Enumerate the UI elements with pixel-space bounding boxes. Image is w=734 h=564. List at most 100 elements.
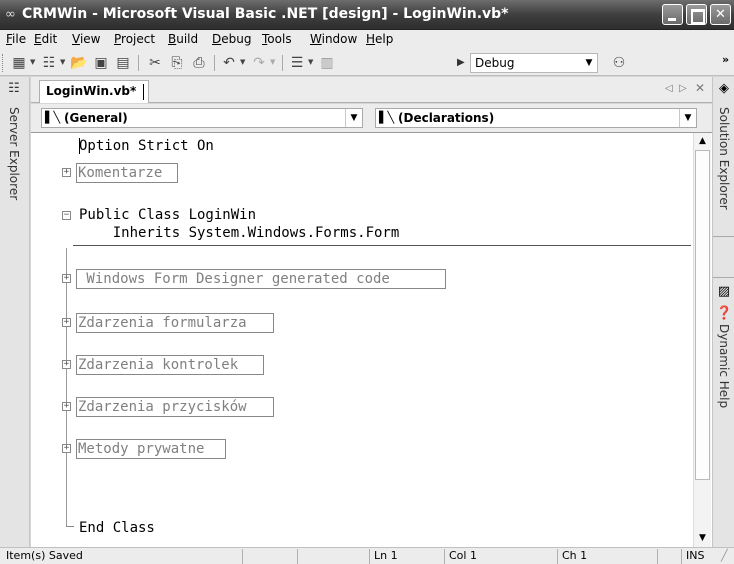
- undo-icon[interactable]: ↶: [220, 54, 238, 72]
- navigate-backward-icon[interactable]: ☰: [288, 54, 306, 72]
- save-icon[interactable]: ▣: [92, 54, 110, 72]
- method-combo-value: (Declarations): [398, 111, 495, 125]
- scrollbar-thumb[interactable]: [695, 150, 710, 480]
- region-komentarze[interactable]: Komentarze: [78, 164, 162, 182]
- class-icon: ▌╲: [45, 111, 61, 124]
- new-project-icon[interactable]: ▦: [10, 54, 28, 72]
- menu-help[interactable]: Help: [366, 32, 393, 46]
- redo-icon[interactable]: ↷: [250, 54, 268, 72]
- redo-dropdown-icon[interactable]: ▼: [270, 58, 275, 66]
- minimize-button[interactable]: [662, 4, 683, 25]
- code-line-option: Option Strict On: [79, 138, 214, 154]
- region-zdarzenia-formularza[interactable]: Zdarzenia formularza: [78, 314, 247, 332]
- class-combo-value: (General): [64, 111, 128, 125]
- code-editor[interactable]: Option Strict On + Komentarze − Public C…: [31, 132, 712, 547]
- tab-scroll-left-icon[interactable]: ◁: [665, 83, 673, 94]
- expand-icon[interactable]: +: [62, 360, 71, 369]
- procedure-separator: [73, 245, 691, 246]
- scroll-down-icon[interactable]: ▼: [694, 530, 711, 547]
- server-explorer-tab[interactable]: Server Explorer: [7, 107, 21, 200]
- outline-line: [66, 510, 67, 526]
- configuration-value: Debug: [475, 56, 515, 70]
- open-file-icon[interactable]: 📂: [70, 54, 88, 72]
- properties-icon[interactable]: ▨: [716, 284, 732, 300]
- left-dock-strip: ☷ Server Explorer: [0, 77, 30, 547]
- resize-grip-icon[interactable]: ╱: [717, 549, 734, 564]
- code-line-class: Public Class LoginWin: [79, 207, 257, 223]
- solution-configuration-combo[interactable]: ▶ Debug ▼: [457, 53, 598, 73]
- server-explorer-icon[interactable]: ☷: [5, 81, 23, 99]
- dynamic-help-tab[interactable]: ▨ ❓ Dynamic Help: [713, 277, 734, 437]
- toolbar-separator: [214, 55, 215, 71]
- outline-line: [66, 248, 67, 510]
- toolbar-overflow-button[interactable]: »: [722, 53, 729, 66]
- solution-explorer-label: Solution Explorer: [717, 107, 731, 210]
- expand-icon[interactable]: +: [62, 168, 71, 177]
- save-all-icon[interactable]: ▤: [114, 54, 132, 72]
- menu-file[interactable]: File: [6, 32, 26, 46]
- solution-explorer-icon: ◈: [719, 81, 729, 96]
- paste-icon[interactable]: ⎙: [190, 54, 208, 72]
- dynamic-help-label: Dynamic Help: [717, 324, 731, 409]
- cut-icon[interactable]: ✂: [146, 54, 164, 72]
- document-tab-row: LoginWin.vb* ◁ ▷ ✕: [31, 77, 712, 103]
- chevron-down-icon[interactable]: ▼: [581, 54, 597, 72]
- status-panel: [657, 549, 681, 564]
- menu-tools[interactable]: Tools: [262, 32, 292, 46]
- toolbar-grip[interactable]: [2, 54, 5, 72]
- title-bar: ∞ CRMWin - Microsoft Visual Basic .NET […: [0, 0, 734, 30]
- menu-edit[interactable]: Edit: [34, 32, 57, 46]
- tab-divider: [143, 84, 144, 100]
- method-icon: ▌╲: [379, 111, 395, 124]
- copy-icon[interactable]: ⎘: [168, 54, 186, 72]
- vs-app-icon[interactable]: ∞: [5, 8, 21, 22]
- navigate-dropdown-icon[interactable]: ▼: [308, 58, 313, 66]
- solution-explorer-tab[interactable]: ◈ Solution Explorer: [713, 77, 734, 237]
- class-name-combo[interactable]: ▌╲ (General) ▼: [41, 108, 363, 128]
- region-zdarzenia-przyciskow[interactable]: Zdarzenia przycisków: [78, 398, 247, 416]
- tab-loginwin[interactable]: LoginWin.vb*: [39, 80, 149, 103]
- navigation-bar: ▌╲ (General) ▼ ▌╲ (Declarations) ▼: [31, 104, 712, 132]
- new-project-dropdown-icon[interactable]: ▼: [30, 58, 35, 66]
- menu-debug[interactable]: Debug: [212, 32, 251, 46]
- close-document-icon[interactable]: ✕: [695, 81, 705, 95]
- region-designer[interactable]: Windows Form Designer generated code: [78, 270, 398, 288]
- right-dock-strip: ◈ Solution Explorer ▨ ❓ Dynamic Help: [712, 77, 734, 547]
- code-line-inherits: Inherits System.Windows.Forms.Form: [79, 225, 400, 241]
- vertical-scrollbar[interactable]: ▲ ▼: [693, 133, 711, 547]
- menu-view[interactable]: View: [72, 32, 100, 46]
- standard-toolbar: ▦ ▼ ☷ ▼ 📂 ▣ ▤ ✂ ⎘ ⎙ ↶ ▼ ↷ ▼ ☰ ▼ ▥ ▶ Debu…: [0, 50, 734, 76]
- maximize-button[interactable]: [686, 4, 707, 25]
- add-item-icon[interactable]: ☷: [40, 54, 58, 72]
- close-button[interactable]: ✕: [710, 4, 731, 25]
- menu-build[interactable]: Build: [168, 32, 198, 46]
- start-icon[interactable]: ▶: [457, 57, 465, 68]
- toolbar-separator: [282, 55, 283, 71]
- navigate-forward-icon[interactable]: ▥: [318, 54, 336, 72]
- undo-dropdown-icon[interactable]: ▼: [240, 58, 245, 66]
- expand-icon[interactable]: +: [62, 402, 71, 411]
- document-area: LoginWin.vb* ◁ ▷ ✕ ▌╲ (General) ▼ ▌╲ (De…: [31, 77, 712, 547]
- method-name-combo[interactable]: ▌╲ (Declarations) ▼: [375, 108, 697, 128]
- status-line: Ln 1: [369, 549, 444, 564]
- expand-icon[interactable]: +: [62, 444, 71, 453]
- region-zdarzenia-kontrolek[interactable]: Zdarzenia kontrolek: [78, 356, 238, 374]
- tab-scroll-right-icon[interactable]: ▷: [679, 83, 687, 94]
- status-panel: [242, 549, 297, 564]
- chevron-down-icon[interactable]: ▼: [679, 109, 696, 127]
- chevron-down-icon[interactable]: ▼: [345, 109, 362, 127]
- expand-icon[interactable]: +: [62, 274, 71, 283]
- collapse-icon[interactable]: −: [62, 211, 71, 220]
- find-in-files-icon[interactable]: ⚇: [610, 54, 628, 72]
- add-item-dropdown-icon[interactable]: ▼: [60, 58, 65, 66]
- expand-icon[interactable]: +: [62, 318, 71, 327]
- menu-project[interactable]: Project: [114, 32, 155, 46]
- status-insert-mode: INS: [681, 549, 717, 564]
- status-bar: Item(s) Saved Ln 1 Col 1 Ch 1 INS ╱: [0, 547, 734, 564]
- status-panel: [297, 549, 369, 564]
- region-metody-prywatne[interactable]: Metody prywatne: [78, 440, 204, 458]
- status-column: Col 1: [444, 549, 557, 564]
- status-message: Item(s) Saved: [6, 549, 83, 562]
- menu-window[interactable]: Window: [310, 32, 357, 46]
- scroll-up-icon[interactable]: ▲: [694, 133, 711, 150]
